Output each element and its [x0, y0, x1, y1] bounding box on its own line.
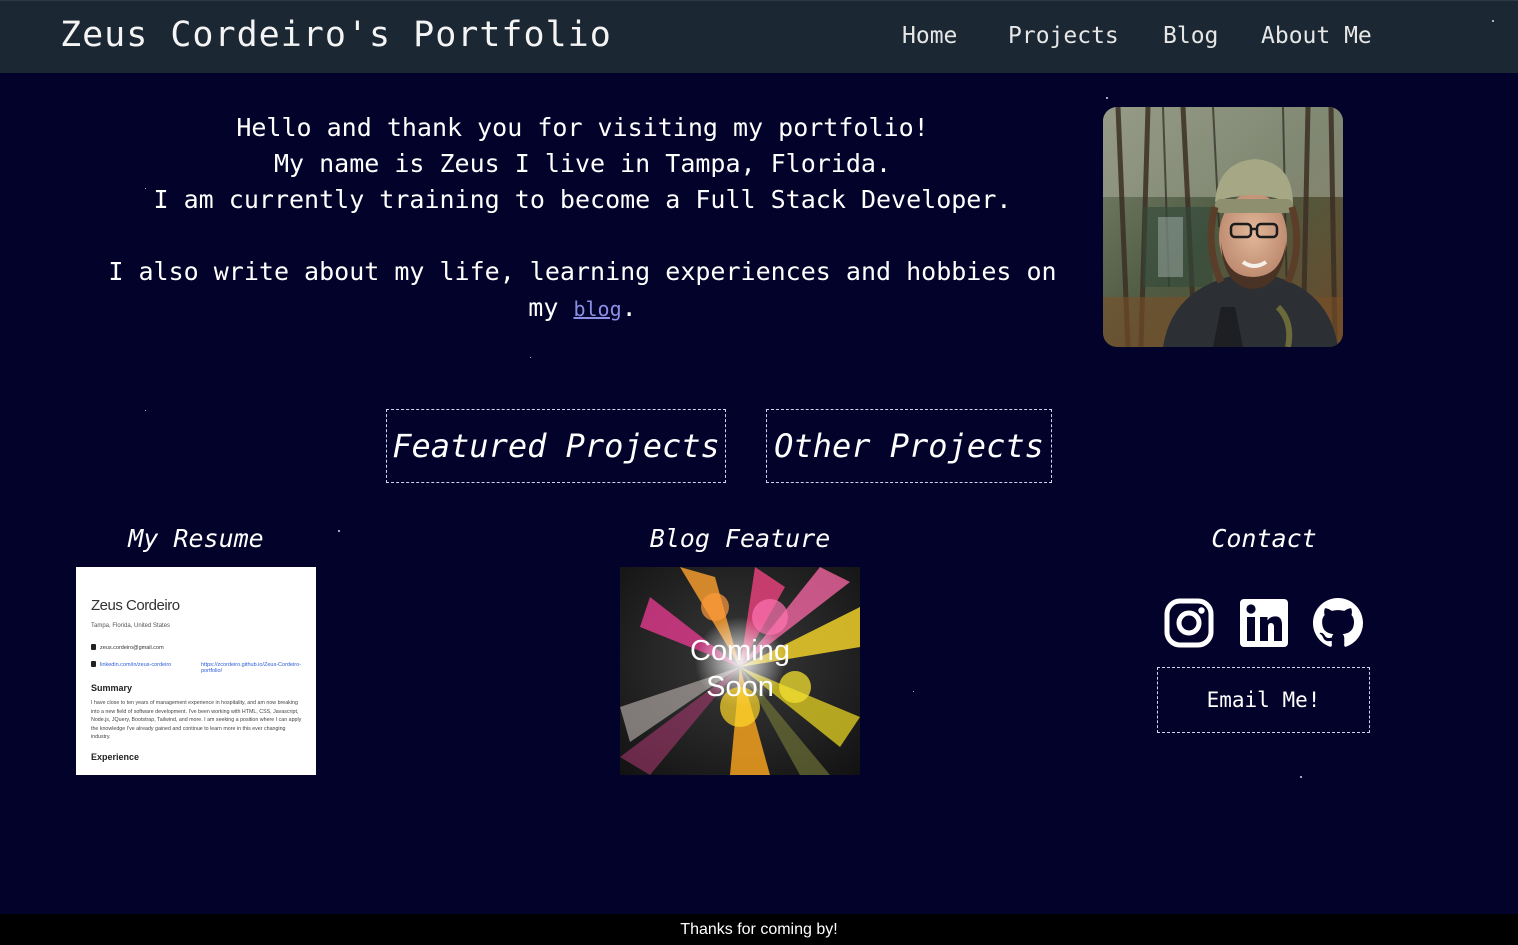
star-decoration [530, 357, 531, 358]
instagram-icon[interactable] [1164, 598, 1214, 648]
blog-feature-heading: Blog Feature [649, 524, 831, 553]
intro-period: . [621, 293, 637, 322]
nav-link-about-me[interactable]: About Me [1261, 23, 1372, 49]
navbar: Zeus Cordeiro's Portfolio Home Projects … [0, 0, 1518, 73]
resume-name: Zeus Cordeiro [91, 597, 180, 614]
coming-soon-line: Soon [706, 671, 774, 703]
profile-photo [1103, 107, 1343, 347]
resume-summary-text: I have close to ten years of management … [91, 700, 302, 740]
coming-soon-overlay: Coming Soon [620, 633, 860, 705]
email-me-button[interactable]: Email Me! [1157, 667, 1370, 733]
resume-summary-heading: Summary [91, 683, 133, 693]
resume-linkedin: linkedin.com/in/zeus-cordeiro [100, 662, 172, 668]
intro-blog-paragraph: I also write about my life, learning exp… [95, 254, 1070, 327]
linkedin-icon[interactable] [1239, 598, 1289, 648]
intro-line: My name is Zeus I live in Tampa, Florida… [273, 149, 892, 178]
nav-link-blog[interactable]: Blog [1163, 23, 1218, 49]
intro-line: Hello and thank you for visiting my port… [236, 113, 929, 142]
resume-email: zeus.cordeiro@gmail.com [100, 645, 164, 651]
intro-spacer [95, 218, 1070, 254]
star-decoration [145, 410, 146, 411]
intro-line: I am currently training to become a Full… [153, 185, 1012, 214]
resume-heading: My Resume [128, 524, 264, 553]
star-decoration [1300, 776, 1302, 778]
resume-experience-heading: Experience [91, 752, 140, 762]
github-icon[interactable] [1313, 598, 1363, 648]
blog-link[interactable]: blog [573, 297, 621, 321]
coming-soon-line: Coming [690, 635, 790, 667]
featured-projects-button[interactable]: Featured Projects [386, 409, 726, 483]
linkedin-small-icon [91, 661, 96, 667]
nav-link-home[interactable]: Home [902, 23, 957, 49]
footer-text: Thanks for coming by! [680, 920, 838, 938]
star-decoration [338, 530, 340, 532]
contact-heading: Contact [1211, 524, 1317, 553]
resume-thumbnail[interactable]: Zeus Cordeiro Tampa, Florida, United Sta… [76, 567, 316, 775]
star-decoration [1492, 20, 1494, 22]
other-projects-button[interactable]: Other Projects [766, 409, 1052, 483]
email-small-icon [91, 644, 96, 650]
blog-feature-thumbnail[interactable]: Coming Soon [620, 567, 860, 775]
star-decoration [1106, 97, 1108, 99]
intro-text: Hello and thank you for visiting my port… [95, 110, 1070, 327]
star-decoration [913, 691, 914, 692]
site-title[interactable]: Zeus Cordeiro's Portfolio [60, 15, 612, 55]
resume-location: Tampa, Florida, United States [91, 623, 171, 629]
nav-link-projects[interactable]: Projects [1008, 23, 1119, 49]
footer: Thanks for coming by! [0, 914, 1518, 945]
resume-website: https://zcordeiro.github.io/Zeus-Cordeir… [201, 662, 301, 674]
